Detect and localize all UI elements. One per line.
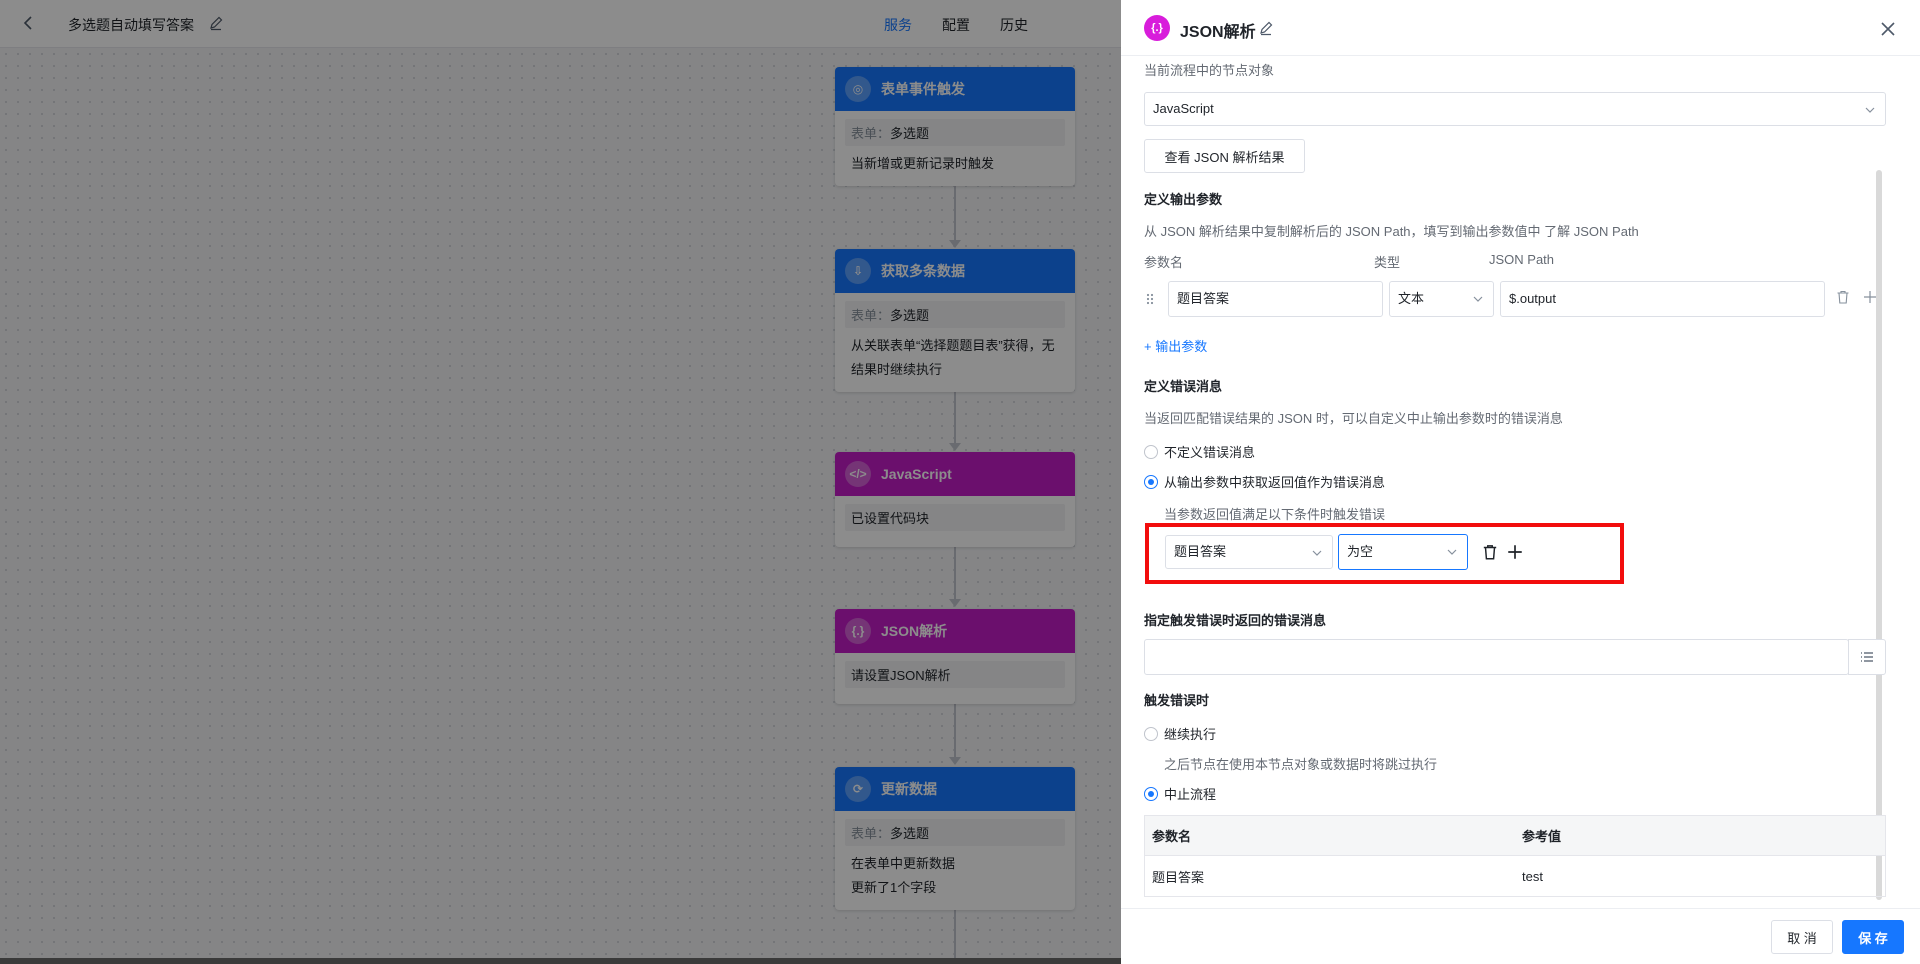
radio-label: 从输出参数中获取返回值作为错误消息 [1164,475,1386,490]
trash-icon[interactable] [1835,289,1851,305]
table-header-cell: 参数名 [1152,829,1192,844]
plus-icon[interactable] [1506,543,1524,561]
edit-icon[interactable] [1258,20,1274,36]
table-cell: test [1522,868,1543,884]
param-name-input[interactable]: 题目答案 [1168,281,1383,317]
modal-overlay[interactable] [0,0,1121,964]
define-output-title: 定义输出参数 [1144,192,1223,207]
table-row: 题目答案 test [1145,856,1885,896]
radio-dot [1144,474,1158,489]
radio-label: 继续执行 [1164,727,1217,742]
trash-icon[interactable] [1481,543,1499,561]
add-output-param-link[interactable]: + 输出参数 [1144,336,1207,355]
cancel-button[interactable]: 取 消 [1771,920,1833,954]
condition-operator-value: 为空 [1347,544,1374,559]
table-header-cell: 参考值 [1522,829,1562,844]
param-reference-table: 参数名 参考值 题目答案 test [1144,815,1886,897]
radio-label: 中止流程 [1164,787,1217,802]
field-picker-button[interactable] [1848,639,1886,675]
on-error-title: 触发错误时 [1144,693,1210,708]
define-error-desc: 当返回匹配错误结果的 JSON 时，可以自定义中止输出参数时的错误消息 [1144,411,1563,426]
condition-field-select[interactable]: 题目答案 [1165,535,1333,569]
param-name-header: 参数名 [1144,255,1184,270]
drawer-title: JSON解析 [1180,24,1256,41]
drag-handle-icon[interactable] [1145,292,1155,306]
chevron-down-icon [1473,296,1483,302]
plus-icon[interactable] [1862,289,1878,305]
radio-continue[interactable]: 继续执行 [1144,724,1216,743]
param-type-value: 文本 [1398,291,1425,306]
chevron-down-icon [1312,550,1322,556]
param-type-header: 类型 [1374,255,1401,270]
define-error-title: 定义错误消息 [1144,379,1223,394]
continue-hint: 之后节点在使用本节点对象或数据时将跳过执行 [1164,757,1438,772]
condition-field-value: 题目答案 [1174,544,1227,559]
radio-dot [1144,786,1158,801]
condition-hint: 当参数返回值满足以下条件时触发错误 [1164,507,1386,522]
radio-dot [1144,444,1158,459]
param-path-header: JSON Path [1489,252,1555,267]
define-output-desc: 从 JSON 解析结果中复制解析后的 JSON Path，填写到输出参数值中 了… [1144,224,1639,239]
list-icon [1861,652,1873,662]
node-object-value: JavaScript [1153,101,1214,116]
json-icon: {.} [1144,15,1170,41]
drawer-scrollbar[interactable] [1876,170,1882,900]
node-object-label: 当前流程中的节点对象 [1144,63,1275,78]
radio-dot [1144,726,1158,741]
radio-error-from-output[interactable]: 从输出参数中获取返回值作为错误消息 [1144,472,1385,491]
condition-operator-select[interactable]: 为空 [1338,534,1468,570]
param-path-input[interactable]: $.output [1500,281,1825,317]
table-cell: 题目答案 [1152,869,1205,885]
node-object-select[interactable]: JavaScript [1144,92,1886,126]
chevron-down-icon [1865,107,1875,113]
save-button[interactable]: 保 存 [1842,920,1904,954]
drawer-header: {.} JSON解析 [1121,0,1920,56]
radio-no-error-message[interactable]: 不定义错误消息 [1144,442,1255,461]
chevron-down-icon [1447,549,1457,555]
radio-stop-flow[interactable]: 中止流程 [1144,784,1216,803]
radio-label: 不定义错误消息 [1164,445,1256,460]
error-message-input[interactable] [1144,639,1849,675]
param-type-select[interactable]: 文本 [1389,281,1494,317]
table-header-row: 参数名 参考值 [1145,816,1885,856]
bottom-scrollbar [0,958,1121,964]
view-json-result-button[interactable]: 查看 JSON 解析结果 [1144,139,1305,173]
close-icon[interactable] [1878,19,1898,39]
error-message-title: 指定触发错误时返回的错误消息 [1144,613,1327,628]
